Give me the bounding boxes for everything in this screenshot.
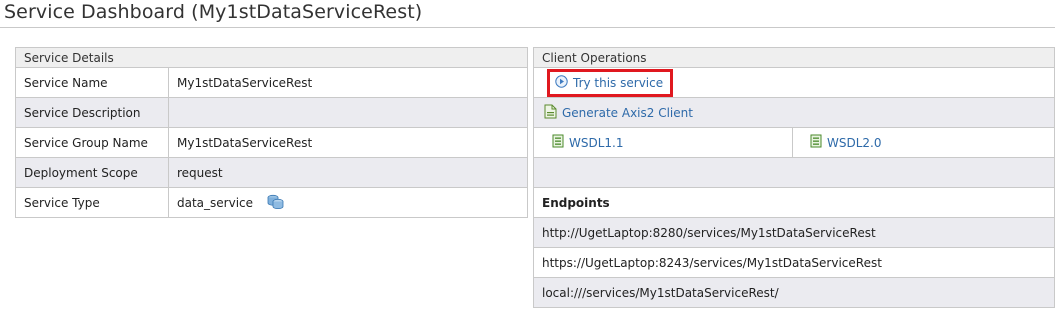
page-title: Service Dashboard (My1stDataServiceRest) — [4, 1, 423, 23]
table-row: Try this service — [533, 67, 1055, 98]
table-row: Generate Axis2 Client — [533, 97, 1055, 128]
client-operations-header: Client Operations — [533, 47, 1055, 68]
empty-row — [533, 157, 1055, 188]
document-icon — [544, 104, 557, 122]
wsdl20-link[interactable]: WSDL2.0 — [827, 136, 882, 150]
try-this-service-link[interactable]: Try this service — [573, 76, 663, 90]
title-divider — [0, 27, 1055, 28]
service-group-name-value: My1stDataServiceRest — [168, 127, 528, 158]
generate-axis2-client-link[interactable]: Generate Axis2 Client — [562, 106, 693, 120]
service-description-label: Service Description — [15, 97, 169, 128]
service-description-value — [168, 97, 528, 128]
wsdl-doc-icon — [552, 134, 564, 151]
table-row: WSDL1.1 WSDL2.0 — [533, 127, 1055, 158]
table-row: Service Name My1stDataServiceRest — [15, 67, 528, 98]
play-circle-icon — [555, 74, 568, 91]
client-operations-table: Client Operations Try this service Gener… — [533, 47, 1055, 308]
table-row: Endpoints — [533, 187, 1055, 218]
service-name-value: My1stDataServiceRest — [168, 67, 528, 98]
table-row — [533, 157, 1055, 188]
service-type-cell: data_service — [168, 187, 528, 218]
endpoint-local: local:///services/My1stDataServiceRest/ — [533, 277, 1055, 308]
service-type-value: data_service — [177, 195, 254, 210]
service-type-label: Service Type — [15, 187, 169, 218]
wsdl-doc-icon — [810, 134, 822, 151]
deployment-scope-label: Deployment Scope — [15, 157, 169, 188]
endpoint-http: http://UgetLaptop:8280/services/My1stDat… — [533, 217, 1055, 248]
table-row: http://UgetLaptop:8280/services/My1stDat… — [533, 217, 1055, 248]
endpoint-https: https://UgetLaptop:8243/services/My1stDa… — [533, 247, 1055, 278]
service-name-label: Service Name — [15, 67, 169, 98]
service-details-table: Service Details Service Name My1stDataSe… — [15, 47, 528, 218]
table-row: Service Type data_service — [15, 187, 528, 218]
service-details-header: Service Details — [15, 47, 528, 68]
table-row: https://UgetLaptop:8243/services/My1stDa… — [533, 247, 1055, 278]
table-row: Service Description — [15, 97, 528, 128]
table-row: Deployment Scope request — [15, 157, 528, 188]
table-row: local:///services/My1stDataServiceRest/ — [533, 277, 1055, 308]
table-row: Service Group Name My1stDataServiceRest — [15, 127, 528, 158]
wsdl11-link[interactable]: WSDL1.1 — [569, 136, 624, 150]
deployment-scope-value: request — [168, 157, 528, 188]
try-service-highlight: Try this service — [547, 68, 674, 97]
service-group-name-label: Service Group Name — [15, 127, 169, 158]
database-icon — [267, 194, 284, 212]
endpoints-header: Endpoints — [533, 187, 1055, 218]
